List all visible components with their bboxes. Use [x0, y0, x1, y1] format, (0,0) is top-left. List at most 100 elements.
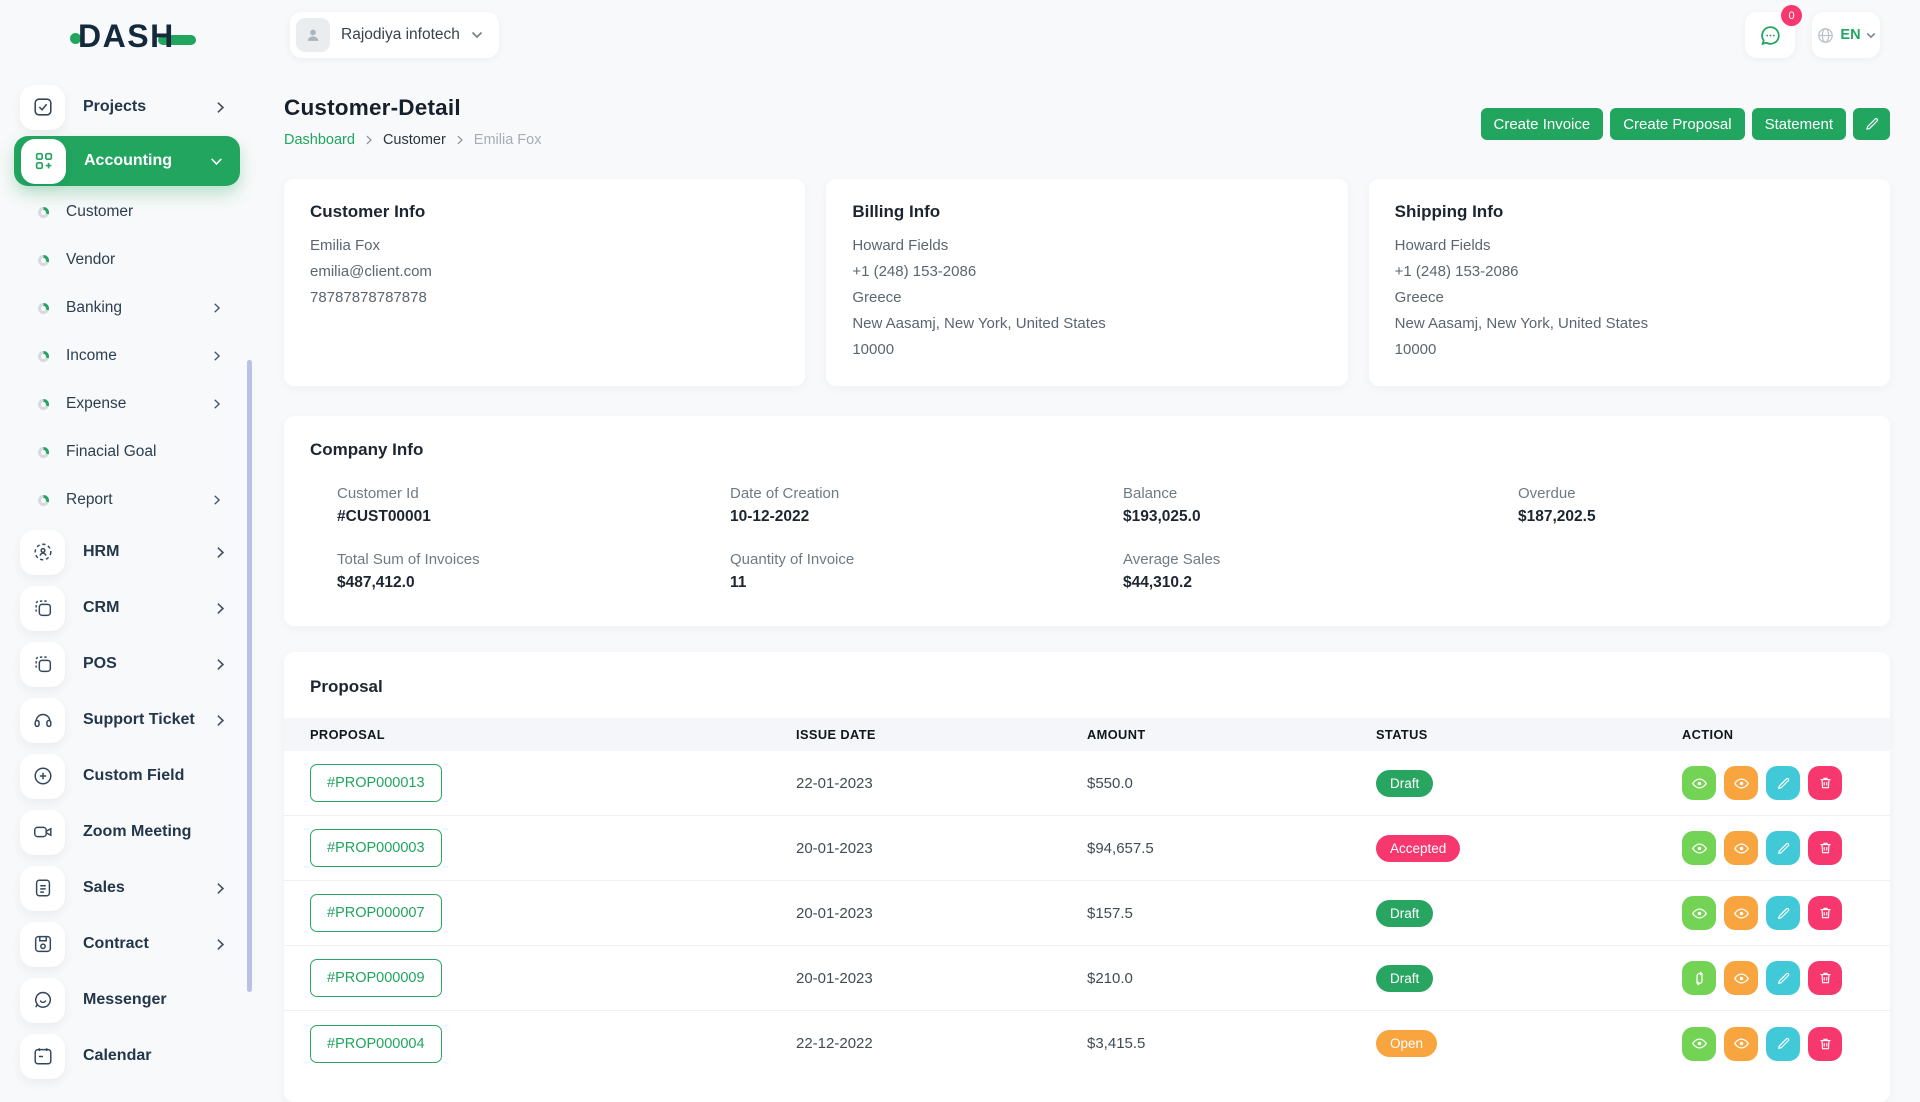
sidebar-item-expense[interactable]: Expense: [0, 380, 256, 428]
edit-button[interactable]: [1766, 961, 1800, 995]
field-date-of-creation: Date of Creation 10-12-2022: [730, 485, 1123, 526]
messages-button[interactable]: 0: [1745, 12, 1795, 58]
sidebar-item-label: Zoom Meeting: [83, 823, 191, 841]
proposal-id-button[interactable]: #PROP000004: [310, 1025, 442, 1063]
breadcrumb: Dashboard Customer Emilia Fox: [284, 132, 541, 148]
language-code: EN: [1840, 27, 1860, 43]
amount-cell: $94,657.5: [1087, 840, 1376, 857]
customer-phone: 78787878787878: [310, 285, 779, 311]
edit-button[interactable]: [1766, 831, 1800, 865]
preview-button[interactable]: [1724, 961, 1758, 995]
sidebar-item-crm[interactable]: CRM: [0, 580, 256, 636]
delete-button[interactable]: [1808, 1027, 1842, 1061]
chevron-right-icon: [217, 101, 224, 114]
proposal-id-button[interactable]: #PROP000003: [310, 829, 442, 867]
chevron-right-icon: [217, 882, 224, 895]
preview-button[interactable]: [1724, 896, 1758, 930]
card-title: Shipping Info: [1395, 202, 1864, 222]
customer-info-card: Customer Info Emilia Fox emilia@client.c…: [284, 179, 805, 386]
field-customer-id: Customer Id #CUST00001: [337, 485, 730, 526]
chevron-right-icon: [214, 302, 220, 314]
billing-info-card: Billing Info Howard Fields +1 (248) 153-…: [826, 179, 1347, 386]
preview-button[interactable]: [1724, 831, 1758, 865]
delete-button[interactable]: [1808, 766, 1842, 800]
sidebar-item-calendar[interactable]: Calendar: [0, 1028, 256, 1084]
sidebar-item-report[interactable]: Report: [0, 476, 256, 524]
create-invoice-button[interactable]: Create Invoice: [1481, 108, 1604, 140]
card-title: Customer Info: [310, 202, 779, 222]
edit-button[interactable]: [1766, 896, 1800, 930]
sidebar-item-pos[interactable]: POS: [0, 636, 256, 692]
amount-cell: $210.0: [1087, 970, 1376, 987]
convert-button[interactable]: [1682, 961, 1716, 995]
preview-button[interactable]: [1724, 1027, 1758, 1061]
bullet-icon: [38, 351, 49, 362]
sidebar-item-label: Vendor: [66, 251, 115, 269]
table-row: #PROP000007 20-01-2023 $157.5 Draft: [284, 881, 1890, 946]
edit-button[interactable]: [1766, 766, 1800, 800]
bullet-icon: [38, 447, 49, 458]
create-proposal-button[interactable]: Create Proposal: [1610, 108, 1744, 140]
sidebar-item-financial-goal[interactable]: Finacial Goal: [0, 428, 256, 476]
pencil-icon: [1864, 116, 1880, 132]
app-logo[interactable]: DASH: [70, 18, 196, 55]
projects-icon: [20, 85, 65, 130]
chevron-down-icon: [1866, 32, 1876, 39]
view-button[interactable]: [1682, 1027, 1716, 1061]
chevron-right-icon: [214, 398, 220, 410]
billing-country: Greece: [852, 285, 1321, 311]
delete-button[interactable]: [1808, 831, 1842, 865]
customer-email: emilia@client.com: [310, 259, 779, 285]
bullet-icon: [38, 207, 49, 218]
crm-icon: [20, 586, 65, 631]
view-button[interactable]: [1682, 766, 1716, 800]
chevron-right-icon: [366, 135, 372, 145]
sidebar-item-vendor[interactable]: Vendor: [0, 236, 256, 284]
statement-button[interactable]: Statement: [1752, 108, 1846, 140]
sidebar-item-support-ticket[interactable]: Support Ticket: [0, 692, 256, 748]
breadcrumb-dashboard[interactable]: Dashboard: [284, 132, 355, 148]
preview-button[interactable]: [1724, 766, 1758, 800]
chevron-right-icon: [214, 350, 220, 362]
language-selector[interactable]: EN: [1812, 12, 1880, 58]
edit-button[interactable]: [1766, 1027, 1800, 1061]
sidebar-item-label: Banking: [66, 299, 122, 317]
delete-button[interactable]: [1808, 896, 1842, 930]
chevron-right-icon: [217, 546, 224, 559]
delete-button[interactable]: [1808, 961, 1842, 995]
sidebar-item-custom-field[interactable]: Custom Field: [0, 748, 256, 804]
field-balance: Balance $193,025.0: [1123, 485, 1518, 526]
customer-name: Emilia Fox: [310, 233, 779, 259]
sidebar-item-projects[interactable]: Projects: [0, 80, 256, 134]
sidebar-item-accounting[interactable]: Accounting: [14, 136, 240, 186]
sidebar-item-messenger[interactable]: Messenger: [0, 972, 256, 1028]
shipping-info-card: Shipping Info Howard Fields +1 (248) 153…: [1369, 179, 1890, 386]
proposal-id-button[interactable]: #PROP000009: [310, 959, 442, 997]
header-actions: Create Invoice Create Proposal Statement: [1481, 108, 1891, 140]
sidebar-item-label: Contract: [83, 935, 149, 953]
column-header-issue-date: ISSUE DATE: [796, 727, 1087, 742]
billing-phone: +1 (248) 153-2086: [852, 259, 1321, 285]
proposal-id-button[interactable]: #PROP000007: [310, 894, 442, 932]
sidebar-item-label: Finacial Goal: [66, 443, 156, 461]
sidebar-item-label: Calendar: [83, 1047, 151, 1065]
sidebar-item-label: Support Ticket: [83, 711, 195, 729]
edit-customer-button[interactable]: [1853, 108, 1890, 140]
status-badge: Draft: [1376, 900, 1433, 927]
breadcrumb-customer[interactable]: Customer: [383, 132, 446, 148]
sidebar-item-label: Projects: [83, 98, 146, 116]
sidebar-item-customer[interactable]: Customer: [0, 188, 256, 236]
sidebar-item-banking[interactable]: Banking: [0, 284, 256, 332]
calendar-icon: [20, 1034, 65, 1079]
view-button[interactable]: [1682, 831, 1716, 865]
proposal-id-button[interactable]: #PROP000013: [310, 764, 442, 802]
sidebar-item-hrm[interactable]: HRM: [0, 524, 256, 580]
sidebar-item-income[interactable]: Income: [0, 332, 256, 380]
status-badge: Draft: [1376, 770, 1433, 797]
view-button[interactable]: [1682, 896, 1716, 930]
sidebar-item-zoom-meeting[interactable]: Zoom Meeting: [0, 804, 256, 860]
workspace-dropdown[interactable]: Rajodiya infotech: [290, 12, 499, 58]
sidebar-scrollbar[interactable]: [247, 360, 252, 992]
sidebar-item-contract[interactable]: Contract: [0, 916, 256, 972]
sidebar-item-sales[interactable]: Sales: [0, 860, 256, 916]
